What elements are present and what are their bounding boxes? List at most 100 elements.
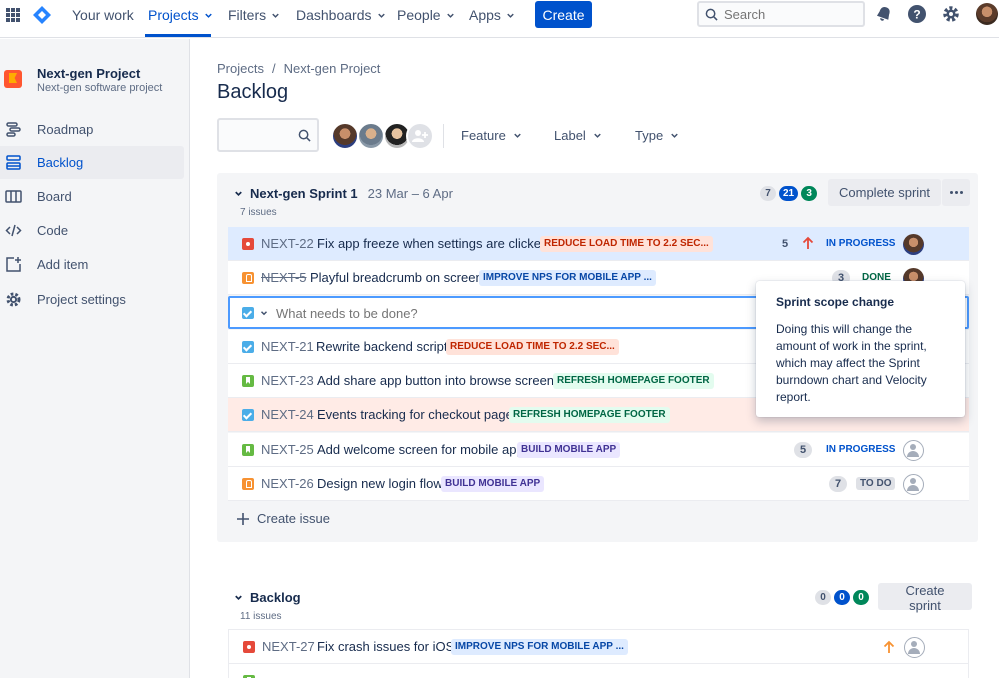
sidebar-item-project-settings[interactable]: Project settings xyxy=(0,283,184,316)
sprint-name: Next-gen Sprint 1 xyxy=(250,186,358,201)
epic-label[interactable]: BUILD MOBILE APP xyxy=(441,476,545,492)
nav-people[interactable]: People xyxy=(397,7,456,23)
page-title: Backlog xyxy=(217,81,289,103)
avatar[interactable] xyxy=(331,122,359,150)
unassigned-avatar-icon[interactable] xyxy=(904,637,925,658)
complete-sprint-button[interactable]: Complete sprint xyxy=(828,179,942,206)
status-badge[interactable]: IN PROGRESS xyxy=(822,443,899,456)
issue-key[interactable]: NEXT-27 xyxy=(262,639,315,654)
roadmap-icon xyxy=(6,122,21,137)
sidebar-item-roadmap[interactable]: Roadmap xyxy=(0,113,184,146)
sidebar-item-label: Code xyxy=(37,223,69,238)
nav-dashboards-label: Dashboards xyxy=(296,7,372,23)
priority-highest-icon xyxy=(802,236,814,249)
bug-icon xyxy=(243,641,255,653)
epic-label[interactable]: IMPROVE NPS FOR MOBILE APP ... xyxy=(451,639,628,655)
epic-label[interactable]: IMPROVE NPS FOR MOBILE APP ... xyxy=(479,270,656,286)
notifications-icon[interactable] xyxy=(874,4,894,24)
breadcrumb-project[interactable]: Next-gen Project xyxy=(284,61,381,76)
backlog-search-input[interactable] xyxy=(217,118,319,152)
table-row[interactable]: NEXT-22 Fix app freeze when settings are… xyxy=(228,227,969,261)
sidebar-item-add-item[interactable]: Add item xyxy=(0,248,184,281)
sidebar-item-board[interactable]: Board xyxy=(0,180,184,213)
sidebar-item-code[interactable]: Code xyxy=(0,214,184,247)
breadcrumb: Projects / Next-gen Project xyxy=(217,61,380,76)
issue-key[interactable]: NEXT-23 xyxy=(261,373,314,388)
chevron-down-icon[interactable] xyxy=(259,308,269,318)
sidebar-item-label: Backlog xyxy=(37,155,84,170)
label-filter[interactable]: Label xyxy=(554,128,603,143)
settings-gear-icon xyxy=(6,292,21,307)
issue-summary: Fix crash issues for iOS xyxy=(317,639,455,654)
settings-gear-icon[interactable] xyxy=(941,4,961,24)
search-input[interactable] xyxy=(724,6,854,22)
table-row[interactable]: NEXT-27 Fix crash issues for iOS IMPROVE… xyxy=(229,630,968,664)
nav-filters-label: Filters xyxy=(228,7,267,23)
sprint-issue-count: 7 issues xyxy=(240,207,277,218)
chevron-down-icon xyxy=(446,13,454,18)
breadcrumb-separator: / xyxy=(271,61,276,76)
feature-filter[interactable]: Feature xyxy=(461,128,523,143)
new-issue-summary-input[interactable] xyxy=(276,304,776,322)
more-actions-button[interactable] xyxy=(942,179,970,206)
estimate-badge: 5 xyxy=(794,442,812,458)
backlog-header[interactable]: Backlog xyxy=(233,590,301,605)
table-row[interactable]: NEXT-26 Design new login flow BUILD MOBI… xyxy=(228,467,969,501)
task-icon xyxy=(242,409,254,421)
backlog-status-counts: 0 0 0 xyxy=(815,590,869,605)
help-icon[interactable]: ? xyxy=(907,4,927,24)
add-people-icon[interactable] xyxy=(406,122,434,150)
issue-key[interactable]: NEXT-24 xyxy=(261,407,314,422)
story-icon xyxy=(242,375,254,387)
epic-label[interactable]: REDUCE LOAD TIME TO 2.2 SEC... xyxy=(540,236,713,252)
plus-icon xyxy=(237,512,249,525)
avatar[interactable] xyxy=(357,122,385,150)
issue-key[interactable]: NEXT-21 xyxy=(261,339,314,354)
progress-count-badge: 0 xyxy=(834,590,850,605)
app-switcher-icon[interactable] xyxy=(6,8,20,22)
table-row[interactable]: NEXT-25 Add welcome screen for mobile ap… xyxy=(228,433,969,467)
sprint-dates: 23 Mar – 6 Apr xyxy=(367,186,453,201)
chevron-down-icon[interactable] xyxy=(233,592,244,603)
create-button[interactable]: Create xyxy=(535,1,592,28)
priority-high-icon xyxy=(883,640,895,653)
issue-key[interactable]: NEXT-26 xyxy=(261,476,314,491)
unassigned-avatar-icon[interactable] xyxy=(903,474,924,495)
label-filter-label: Label xyxy=(554,128,586,143)
estimate-badge: 5 xyxy=(781,238,789,250)
user-avatar[interactable] xyxy=(976,3,998,25)
type-filter[interactable]: Type xyxy=(635,128,680,143)
sprint-status-counts: 7 21 3 xyxy=(760,186,818,201)
issue-key[interactable]: NEXT-25 xyxy=(261,442,314,457)
nav-dashboards[interactable]: Dashboards xyxy=(296,7,387,23)
status-badge[interactable]: TO DO xyxy=(856,477,896,490)
table-row[interactable] xyxy=(229,664,968,678)
unassigned-avatar-icon[interactable] xyxy=(903,440,924,461)
epic-label[interactable]: REFRESH HOMEPAGE FOOTER xyxy=(509,407,670,423)
nav-your-work[interactable]: Your work xyxy=(72,7,134,23)
nav-projects[interactable]: Projects xyxy=(148,7,214,23)
sprint-header[interactable]: Next-gen Sprint 1 23 Mar – 6 Apr xyxy=(233,186,453,201)
nav-filters[interactable]: Filters xyxy=(228,7,281,23)
create-issue-button[interactable]: Create issue xyxy=(237,511,330,526)
avatar[interactable] xyxy=(903,234,924,255)
issue-summary: Add welcome screen for mobile app xyxy=(317,442,524,457)
search-icon xyxy=(298,129,311,142)
epic-label[interactable]: REDUCE LOAD TIME TO 2.2 SEC... xyxy=(446,339,619,355)
search-icon xyxy=(705,8,718,21)
nav-apps[interactable]: Apps xyxy=(469,7,516,23)
breadcrumb-projects[interactable]: Projects xyxy=(217,61,264,76)
epic-label[interactable]: BUILD MOBILE APP xyxy=(517,442,621,458)
status-badge[interactable]: IN PROGRESS xyxy=(822,237,899,250)
tooltip-body: Doing this will change the amount of wor… xyxy=(776,322,927,404)
backlog-issue-count: 11 issues xyxy=(240,611,282,622)
create-sprint-button[interactable]: Create sprint xyxy=(878,583,972,613)
epic-label[interactable]: REFRESH HOMEPAGE FOOTER xyxy=(553,373,714,389)
issue-key[interactable]: NEXT-5 xyxy=(261,270,307,285)
todo-count-badge: 0 xyxy=(815,590,831,605)
sidebar-item-backlog[interactable]: Backlog xyxy=(0,146,184,179)
jira-logo-icon[interactable] xyxy=(33,6,51,24)
search-box[interactable] xyxy=(697,1,865,27)
chevron-down-icon[interactable] xyxy=(233,188,244,199)
issue-key[interactable]: NEXT-22 xyxy=(261,236,314,251)
